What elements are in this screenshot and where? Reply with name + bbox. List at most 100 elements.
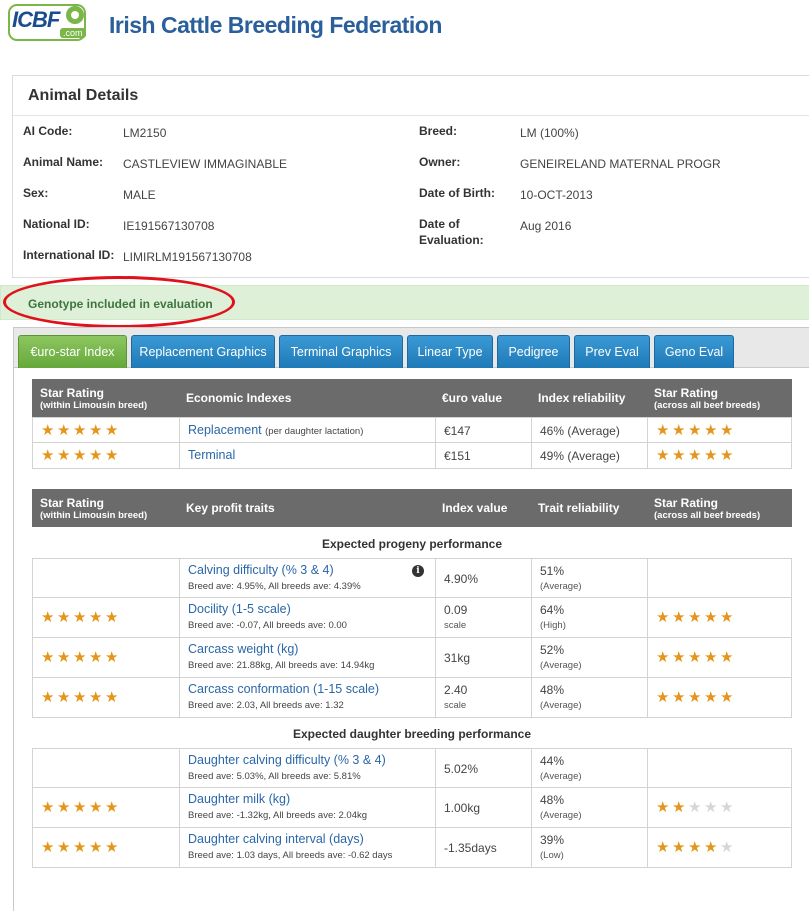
star-icon: ★ — [656, 609, 670, 626]
table-row: Calving difficulty (% 3 & 4) Breed ave: 4… — [32, 558, 792, 598]
trait-link[interactable]: Daughter milk (kg) — [188, 792, 290, 806]
eval-date-value: Aug 2016 — [520, 219, 572, 233]
star-cell: ★ ★ ★ ★ ★ — [33, 598, 179, 637]
star-rating: ★ ★ ★ ★ ★ — [41, 448, 120, 463]
trait-unit: scale — [444, 620, 467, 631]
tab-replacement-graphics[interactable]: Replacement Graphics — [131, 335, 275, 368]
star-icon: ★ — [704, 447, 718, 464]
trait-averages: Breed ave: -1.32kg, All breeds ave: 2.04… — [188, 810, 368, 821]
trait-link[interactable]: Docility (1-5 scale) — [188, 602, 291, 616]
ai-code-value: LM2150 — [123, 126, 167, 140]
star-icon: ★ — [73, 609, 87, 626]
star-cell-all: ★ ★ ★ ★ ★ — [647, 828, 793, 867]
tab-linear-type[interactable]: Linear Type — [407, 335, 493, 368]
trait-averages: Breed ave: 1.03 days, All breeds ave: -0… — [188, 850, 393, 861]
trait-name-cell: Daughter milk (kg) Breed ave: -1.32kg, Al… — [179, 788, 435, 827]
header-star-rating-label: Star Rating — [40, 495, 105, 510]
site-title: Irish Cattle Breeding Federation — [109, 12, 442, 38]
star-rating: ★ ★ ★ ★ ★ — [41, 840, 120, 855]
tab-euro-star-index[interactable]: €uro-star Index — [18, 335, 127, 368]
star-icon: ★ — [105, 799, 119, 816]
header-star-rating-sub: (within Limousin breed) — [40, 399, 148, 411]
reliability-cell: 39% (Low) — [531, 828, 647, 867]
star-icon: ★ — [720, 689, 734, 706]
trait-name-cell: Docility (1-5 scale) Breed ave: -0.07, Al… — [179, 598, 435, 637]
international-id-label: International ID: — [23, 248, 115, 262]
reliability-cell: 44% (Average) — [531, 749, 647, 787]
star-cell — [33, 749, 179, 787]
trait-link[interactable]: Daughter calving interval (days) — [188, 832, 364, 846]
star-icon: ★ — [656, 649, 670, 666]
icbf-logo[interactable]: ICBF .com — [8, 4, 86, 41]
trait-reliability-level: (Low) — [540, 850, 564, 861]
trait-link[interactable]: Calving difficulty (% 3 & 4) — [188, 563, 334, 577]
trait-reliability: 39% — [540, 833, 565, 847]
star-icon: ★ — [672, 649, 686, 666]
tab-pedigree[interactable]: Pedigree — [497, 335, 570, 368]
breed-value: LM (100%) — [520, 126, 579, 140]
trait-reliability-level: (Average) — [540, 660, 582, 671]
star-cell: ★ ★ ★ ★ ★ — [33, 418, 179, 442]
star-rating: ★ ★ ★ ★ ★ — [41, 800, 120, 815]
header-index-value: Index value — [442, 501, 508, 515]
national-id-label: National ID: — [23, 217, 90, 231]
trait-link[interactable]: Daughter calving difficulty (% 3 & 4) — [188, 753, 386, 767]
header-star-rating: Star Rating (within Limousin breed) — [40, 489, 147, 527]
trait-reliability-level: (High) — [540, 620, 566, 631]
value-cell: 1.00kg — [435, 788, 531, 827]
value-cell: -1.35days — [435, 828, 531, 867]
index-link[interactable]: Replacement (per daughter lactation) — [188, 423, 363, 437]
star-icon: ★ — [688, 689, 702, 706]
star-icon: ★ — [688, 609, 702, 626]
reliability-cell: 49% (Average) — [531, 443, 647, 468]
header-star-rating-all-label: Star Rating — [654, 385, 719, 400]
star-cell-all — [647, 749, 793, 787]
star-icon: ★ — [89, 609, 103, 626]
star-icon: ★ — [89, 447, 103, 464]
dob-value: 10-OCT-2013 — [520, 188, 593, 202]
table-row: ★ ★ ★ ★ ★ Replacement (per daughter lactatio… — [32, 417, 792, 443]
star-icon: ★ — [672, 447, 686, 464]
trait-reliability-level: (Average) — [540, 581, 582, 592]
trait-link[interactable]: Carcass conformation (1-15 scale) — [188, 682, 379, 696]
tab-terminal-graphics[interactable]: Terminal Graphics — [279, 335, 403, 368]
info-icon[interactable]: i — [412, 565, 424, 577]
star-icon: ★ — [57, 649, 71, 666]
index-value: €151 — [444, 449, 471, 463]
star-icon: ★ — [89, 689, 103, 706]
star-icon: ★ — [57, 689, 71, 706]
trait-value: 31kg — [444, 651, 471, 665]
star-icon: ★ — [656, 799, 670, 816]
star-icon: ★ — [89, 799, 103, 816]
index-name[interactable]: Replacement — [188, 423, 262, 437]
owner-label: Owner: — [419, 155, 461, 169]
star-icon: ★ — [720, 422, 734, 439]
star-icon: ★ — [656, 839, 670, 856]
header-star-rating-label: Star Rating — [40, 385, 105, 400]
trait-unit: scale — [444, 700, 467, 711]
star-rating-all: ★ ★ ★ ★ ★ — [656, 690, 735, 705]
star-icon: ★ — [704, 422, 718, 439]
star-icon: ★ — [105, 839, 119, 856]
national-id-value: IE191567130708 — [123, 219, 215, 233]
star-icon: ★ — [672, 839, 686, 856]
header-star-rating-all-sub: (across all beef breeds) — [654, 399, 761, 411]
international-id-value: LIMIRLM191567130708 — [123, 250, 252, 264]
index-link[interactable]: Terminal — [188, 448, 235, 462]
section-daughter-title: Expected daughter breeding performance — [292, 727, 532, 741]
breed-label: Breed: — [419, 124, 458, 138]
trait-link[interactable]: Carcass weight (kg) — [188, 642, 298, 656]
table-row: ★ ★ ★ ★ ★ Terminal €151 49% (Average) ★ ★ ★ ★ ★ — [32, 443, 792, 469]
star-icon: ★ — [720, 649, 734, 666]
tab-geno-eval[interactable]: Geno Eval — [654, 335, 734, 368]
star-icon: ★ — [656, 447, 670, 464]
site-header: ICBF .com Irish Cattle Breeding Federati… — [0, 0, 809, 50]
star-icon: ★ — [704, 649, 718, 666]
star-rating: ★ ★ ★ ★ ★ — [41, 650, 120, 665]
index-name-cell: Terminal — [179, 443, 435, 468]
tab-prev-eval[interactable]: Prev Eval — [574, 335, 650, 368]
star-rating-all: ★ ★ ★ ★ ★ — [656, 840, 735, 855]
reliability-cell: 48% (Average) — [531, 678, 647, 717]
value-cell: €147 — [435, 418, 531, 442]
star-icon: ★ — [105, 422, 119, 439]
